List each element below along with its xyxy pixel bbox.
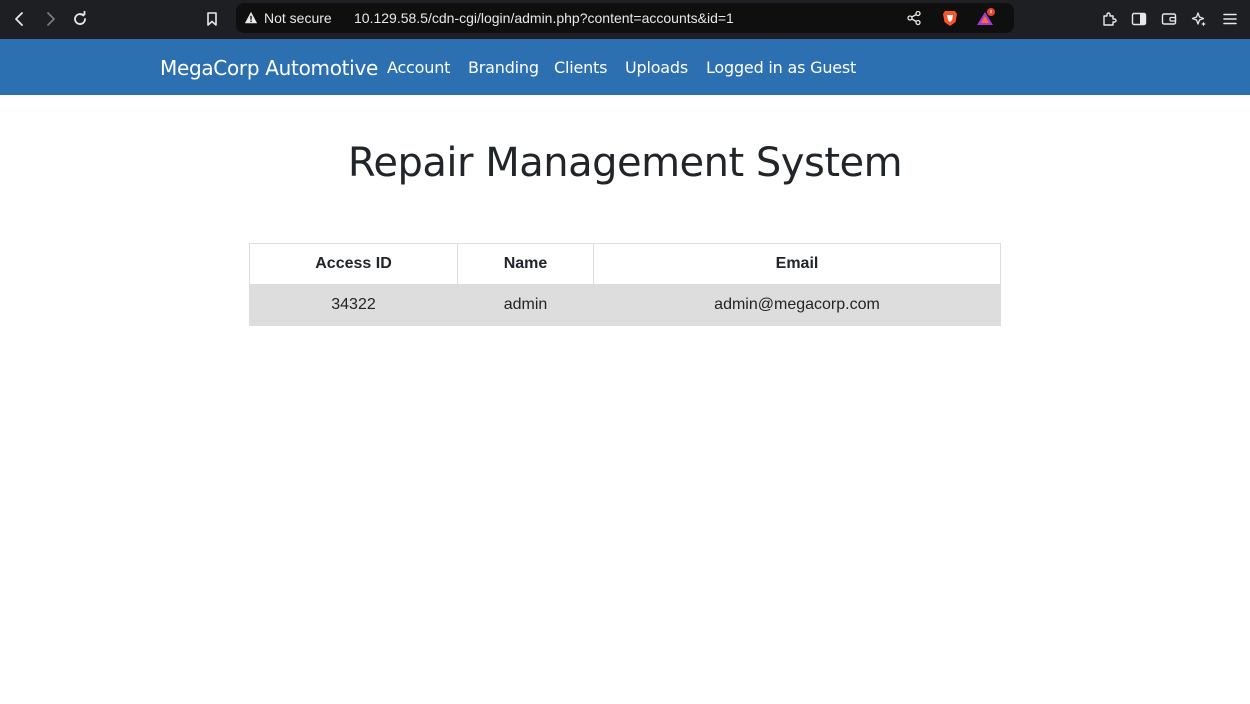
sidebar-icon: [1131, 12, 1147, 26]
sidebar-button[interactable]: [1127, 7, 1151, 31]
reload-button[interactable]: [68, 7, 92, 31]
forward-icon: [47, 12, 55, 26]
wallet-icon: [1161, 13, 1177, 25]
page-title: Repair Management System: [0, 140, 1250, 186]
extensions-icon: [1103, 12, 1117, 26]
menu-icon: [1223, 13, 1237, 25]
reload-icon: [74, 11, 86, 25]
leo-ai-icon: [1191, 12, 1206, 27]
leo-ai-button[interactable]: [1187, 7, 1211, 31]
forward-button[interactable]: [38, 7, 62, 31]
back-button[interactable]: [8, 7, 32, 31]
brave-shield-icon: [943, 11, 957, 26]
warning-icon: [244, 11, 258, 24]
nav-link-logged-in-user[interactable]: Logged in as Guest: [706, 58, 856, 77]
brave-shields-button[interactable]: [940, 8, 960, 28]
column-header-access-id: Access ID: [249, 243, 458, 285]
menu-button[interactable]: [1218, 7, 1242, 31]
accounts-table: Access ID Name Email 34322 admin admin@m…: [249, 243, 1001, 326]
brave-rewards-button[interactable]: [976, 8, 996, 28]
share-button[interactable]: [904, 8, 924, 28]
bookmark-button[interactable]: [200, 7, 224, 31]
share-icon: [907, 10, 921, 26]
access-id-cell: 34322: [249, 284, 458, 326]
name-cell: admin: [457, 284, 594, 326]
table-row: 34322 admin admin@megacorp.com: [249, 284, 1001, 326]
nav-link-uploads[interactable]: Uploads: [625, 58, 688, 77]
brand-link[interactable]: MegaCorp Automotive: [160, 56, 378, 80]
bookmark-icon: [207, 12, 217, 26]
back-icon: [15, 12, 23, 26]
brave-rewards-icon: [977, 8, 995, 25]
site-navbar: MegaCorp Automotive Account Branding Cli…: [0, 39, 1250, 95]
column-header-email: Email: [593, 243, 1001, 285]
nav-link-clients[interactable]: Clients: [554, 58, 607, 77]
address-bar[interactable]: Not secure 10.129.58.5/cdn-cgi/login/adm…: [236, 3, 1014, 33]
wallet-button[interactable]: [1157, 7, 1181, 31]
nav-link-account[interactable]: Account: [387, 58, 450, 77]
table-header-row: Access ID Name Email: [249, 243, 1001, 285]
browser-toolbar: Not secure 10.129.58.5/cdn-cgi/login/adm…: [0, 0, 1250, 39]
extensions-button[interactable]: [1097, 7, 1121, 31]
url-text[interactable]: 10.129.58.5/cdn-cgi/login/admin.php?cont…: [354, 10, 734, 26]
column-header-name: Name: [457, 243, 594, 285]
email-cell: admin@megacorp.com: [593, 284, 1001, 326]
security-label: Not secure: [264, 10, 332, 26]
nav-link-branding[interactable]: Branding: [468, 58, 539, 77]
security-indicator[interactable]: Not secure: [244, 10, 332, 26]
page-title-text: Repair Management System: [347, 140, 903, 186]
